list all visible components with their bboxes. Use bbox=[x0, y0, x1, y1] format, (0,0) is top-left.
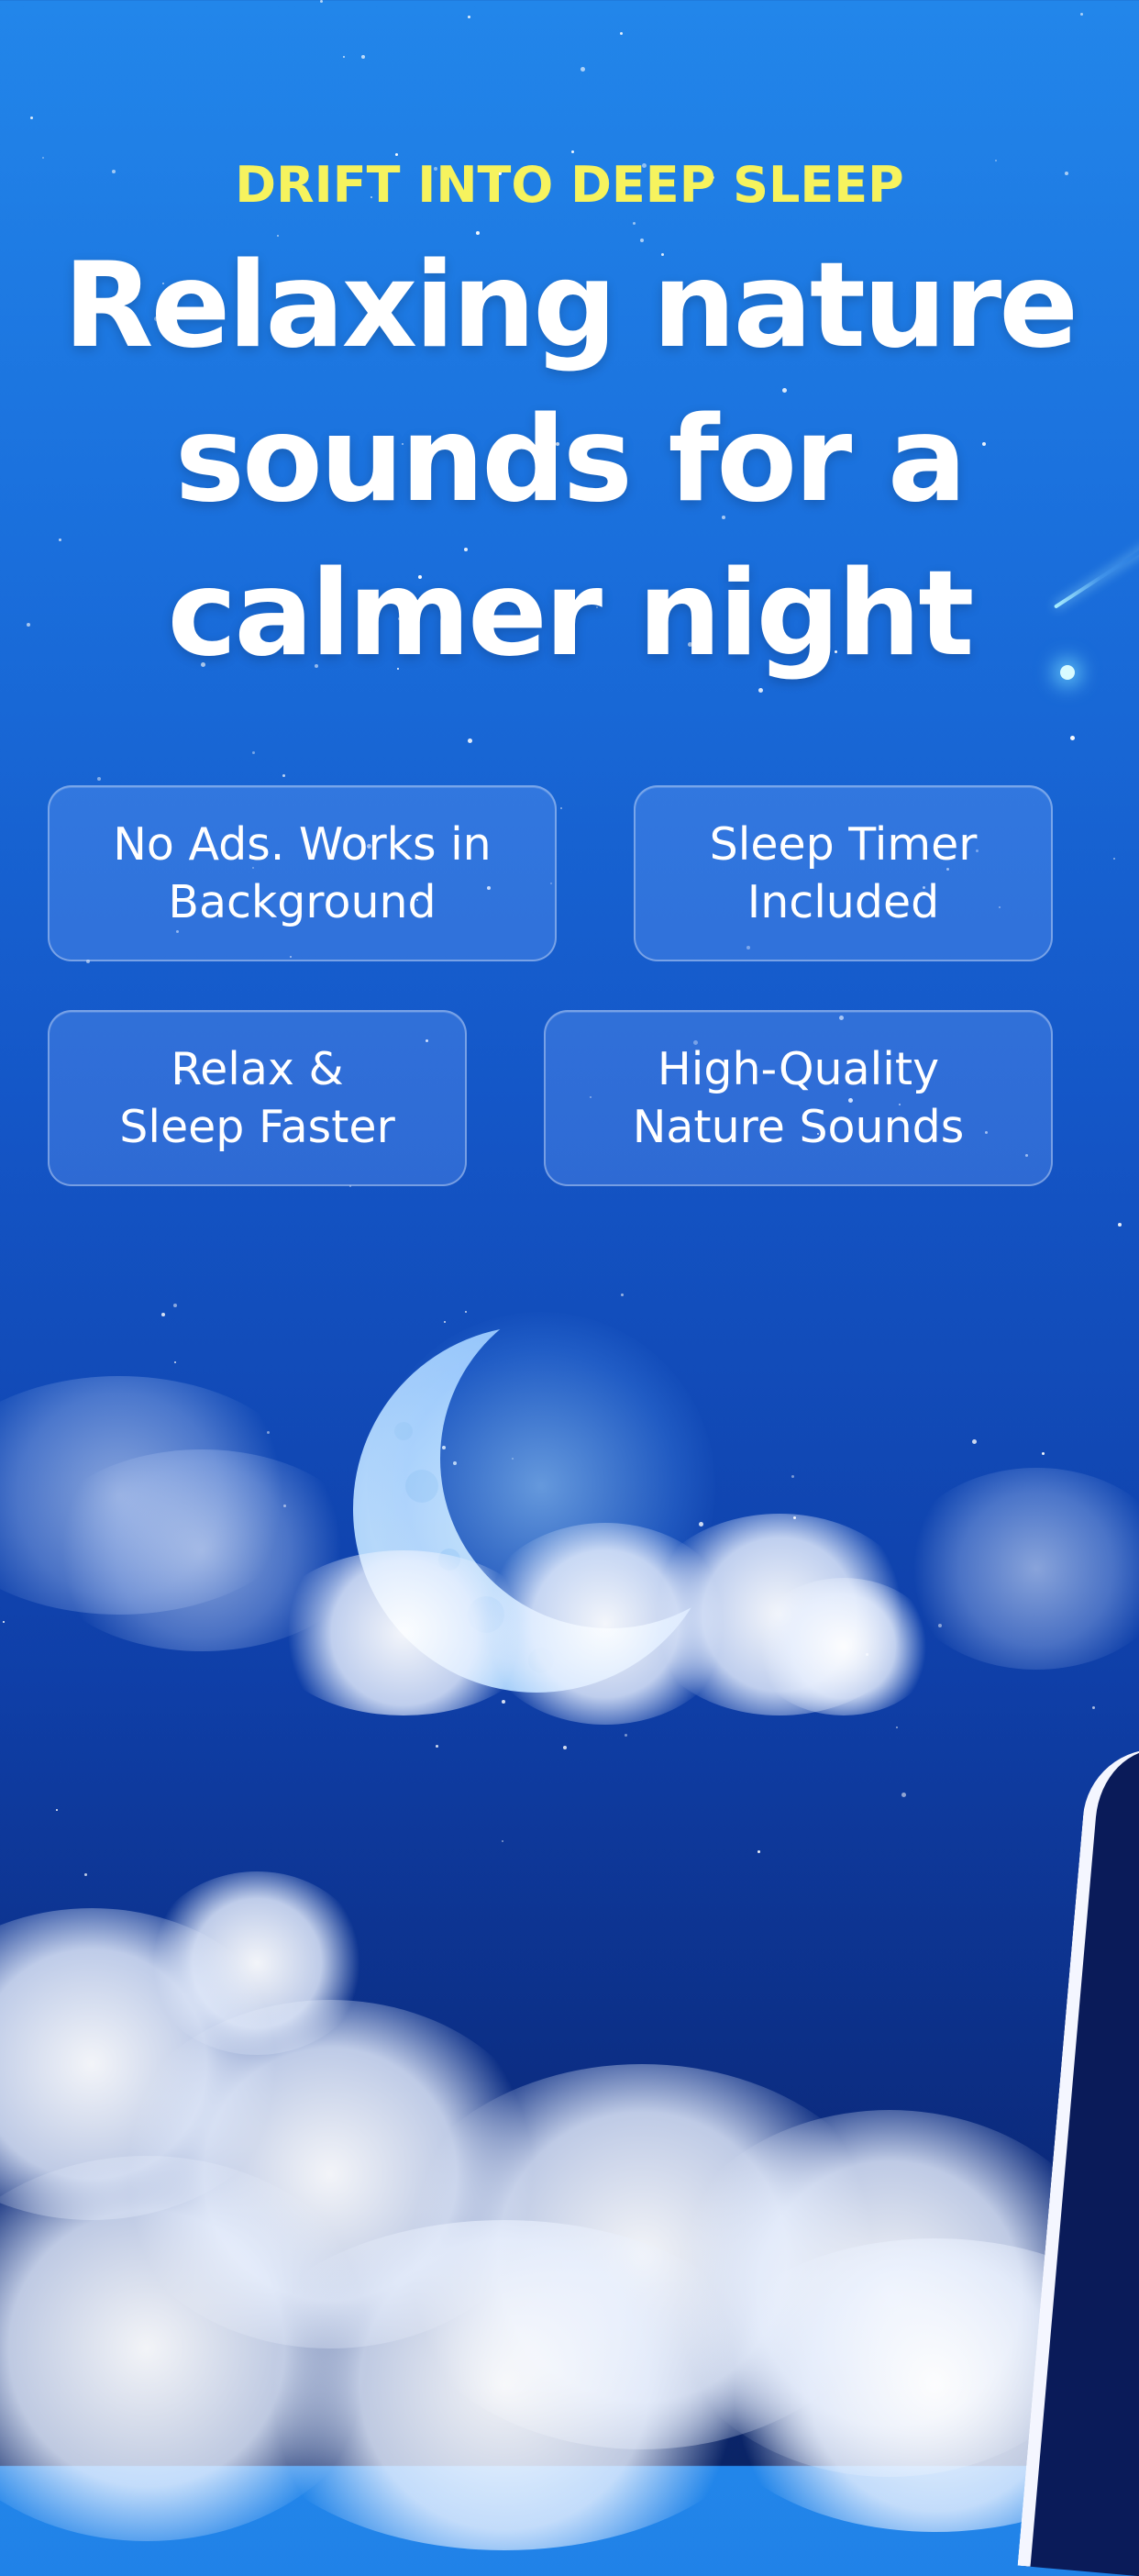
star bbox=[896, 1727, 898, 1728]
star bbox=[174, 1361, 176, 1363]
star bbox=[283, 1505, 286, 1507]
star bbox=[320, 0, 323, 3]
star bbox=[1118, 1223, 1122, 1227]
star bbox=[84, 1873, 87, 1876]
star bbox=[30, 117, 33, 119]
feature-badge-sleep-timer: Sleep Timer Included bbox=[634, 785, 1053, 961]
star bbox=[97, 777, 101, 781]
star bbox=[793, 1516, 796, 1519]
star bbox=[866, 1653, 868, 1656]
star bbox=[161, 1313, 165, 1316]
star bbox=[361, 55, 365, 59]
star bbox=[252, 751, 255, 754]
star bbox=[560, 807, 562, 809]
star bbox=[581, 67, 585, 72]
star bbox=[972, 1439, 977, 1444]
star bbox=[1113, 858, 1115, 860]
headline: Relaxing nature sounds for a calmer nigh… bbox=[62, 238, 1078, 683]
star bbox=[1042, 1452, 1045, 1455]
feature-badge-label: Sleep Timer Included bbox=[709, 818, 978, 928]
crescent-moon-icon bbox=[348, 1284, 734, 1706]
star bbox=[633, 222, 636, 225]
star bbox=[173, 1304, 177, 1307]
star bbox=[502, 1840, 503, 1842]
star bbox=[571, 150, 574, 153]
star bbox=[282, 774, 285, 777]
star bbox=[1092, 1706, 1095, 1709]
phone-frame-edge bbox=[1017, 1743, 1139, 2576]
star bbox=[436, 1745, 438, 1748]
star bbox=[343, 56, 345, 58]
star bbox=[901, 1793, 906, 1797]
star bbox=[757, 1850, 760, 1853]
star bbox=[791, 1475, 794, 1478]
star bbox=[620, 32, 623, 35]
star bbox=[1070, 736, 1075, 740]
star bbox=[468, 738, 472, 743]
star bbox=[267, 1431, 270, 1434]
star bbox=[56, 1809, 58, 1811]
feature-badge-label: Relax & Sleep Faster bbox=[119, 1043, 395, 1153]
feature-badge-label: High-Quality Nature Sounds bbox=[632, 1043, 965, 1153]
feature-badge-label: No Ads. Works in Background bbox=[113, 818, 492, 928]
star bbox=[823, 1639, 824, 1641]
star bbox=[938, 1624, 942, 1627]
star bbox=[468, 16, 470, 18]
feature-badge-relax: Relax & Sleep Faster bbox=[48, 1010, 467, 1186]
star bbox=[1080, 13, 1083, 16]
feature-badge-nature-sounds: High-Quality Nature Sounds bbox=[544, 1010, 1053, 1186]
star bbox=[625, 1734, 627, 1737]
feature-badge-no-ads: No Ads. Works in Background bbox=[48, 785, 557, 961]
eyebrow-text: DRIFT INTO DEEP SLEEP bbox=[235, 156, 904, 214]
star bbox=[3, 1621, 5, 1623]
star bbox=[563, 1746, 567, 1749]
